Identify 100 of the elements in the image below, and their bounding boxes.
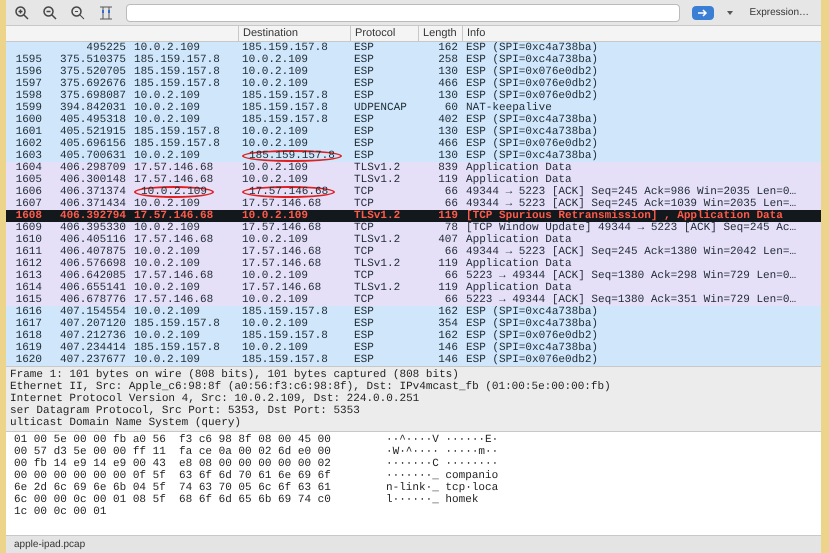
packet-time-text: 407.234414 — [60, 342, 126, 354]
packet-protocol-text: ESP — [354, 342, 374, 354]
column-header[interactable]: Protocol — [350, 26, 418, 41]
packet-info-text: Application Data — [466, 174, 572, 186]
packet-row[interactable]: 1607 406.371434 10.0.2.109 17.57.146.68 TCP 66 49344 → 5223 [ACK] Seq=245 Ack=1039 Win=2035 Len=… — [6, 198, 821, 210]
packet-row[interactable]: 1606 406.371374 10.0.2.109 17.57.146.68 TCP 66 49344 → 5223 [ACK] Seq=245 Ack=986 Win=2035 Len=0… — [6, 186, 821, 198]
packet-destination-text: 185.159.157.8 — [242, 114, 328, 126]
caret-icon[interactable] — [726, 10, 734, 16]
packet-source-text: 17.57.146.68 — [134, 270, 214, 282]
packet-info-text: ESP (SPI=0x076e0db2) — [466, 138, 598, 150]
packet-time-text: 406.392794 — [60, 210, 126, 222]
packet-protocol-text: ESP — [354, 90, 374, 102]
apply-filter-button[interactable] — [692, 6, 714, 20]
packet-row[interactable]: 1611 406.407875 10.0.2.109 17.57.146.68 TCP 66 49344 → 5223 [ACK] Seq=245 Ack=1380 Win=2042 Len=… — [6, 246, 821, 258]
packet-destination-text: 185.159.157.8 — [242, 330, 328, 342]
packet-number-text: 1613 — [16, 270, 42, 282]
hex-bytes: 1c 00 0c 00 01 — [14, 506, 108, 518]
packet-info-text: ESP (SPI=0xc4a738ba) — [466, 114, 598, 126]
packet-time-text: 406.407875 — [60, 246, 126, 258]
packet-number-text: 1599 — [16, 102, 42, 114]
packet-length-text: 66 — [444, 294, 458, 306]
packet-row[interactable]: 1615 406.678776 17.57.146.68 10.0.2.109 TCP 66 5223 → 49344 [ACK] Seq=1380 Ack=351 Win=729 Len=0… — [6, 294, 821, 306]
packet-destination-text: 17.57.146.68 — [242, 246, 322, 258]
packet-source-text: 10.0.2.109 — [134, 198, 200, 210]
detail-tree-line[interactable]: ulticast Domain Name System (query) — [10, 417, 817, 429]
packet-protocol-text: TCP — [354, 186, 374, 198]
detail-tree-line[interactable]: Frame 1: 101 bytes on wire (808 bits), 101 bytes captured (808 bits) — [10, 369, 817, 381]
packet-protocol-text: ESP — [354, 66, 374, 78]
packet-source-text: 17.57.146.68 — [134, 174, 214, 186]
zoom-out-icon[interactable] — [42, 4, 58, 20]
packet-time-text: 407.207120 — [60, 318, 126, 330]
packet-info-text: [TCP Spurious Retransmission] , Application Data — [466, 210, 783, 222]
packet-time-text: 406.642085 — [60, 270, 126, 282]
packet-number-text: 1615 — [16, 294, 42, 306]
detail-tree-line[interactable]: Ethernet II, Src: Apple_c6:98:8f (a0:56:f3:c6:98:8f), Dst: IPv4mcast_fb (01:00:5e:00:00:fb) — [10, 381, 817, 393]
resize-columns-icon[interactable] — [98, 4, 114, 20]
packet-number-text: 1601 — [16, 126, 42, 138]
packet-time-text: 405.700631 — [60, 150, 126, 162]
packet-number-text: 1611 — [16, 246, 42, 258]
packet-protocol-text: TLSv1.2 — [354, 174, 400, 186]
packet-time-text: 375.510375 — [60, 54, 126, 66]
selected-packet-row[interactable]: 1608 406.392794 17.57.146.68 10.0.2.109 TLSv1.2 119 [TCP Spurious Retransmission] , Application Data — [6, 210, 821, 222]
packet-info-text: 49344 → 5223 [ACK] Seq=245 Ack=1380 Win=2042 Len=… — [466, 246, 796, 258]
packet-info-text: Application Data — [466, 258, 572, 270]
packet-source-text: 10.0.2.109 — [134, 150, 200, 162]
packet-destination-text: 10.0.2.109 — [242, 294, 308, 306]
packet-info-text: Application Data — [466, 234, 572, 246]
detail-tree-line[interactable]: ser Datagram Protocol, Src Port: 5353, Dst Port: 5353 — [10, 405, 817, 417]
packet-time-text: 405.495318 — [60, 114, 126, 126]
expression-button[interactable]: Expression… — [746, 5, 813, 20]
packet-destination-text: 10.0.2.109 — [242, 210, 308, 222]
packet-info-text: ESP (SPI=0xc4a738ba) — [466, 150, 598, 162]
packet-info-text: ESP (SPI=0x076e0db2) — [466, 78, 598, 90]
ascii-text: ·······C ········ — [386, 458, 498, 470]
packet-number-text: 1618 — [16, 330, 42, 342]
packet-destination-text: 185.159.157.8 — [242, 90, 328, 102]
packet-time-text: 375.692676 — [60, 78, 126, 90]
packet-length-text: 407 — [438, 234, 458, 246]
packet-number-text: 1612 — [16, 258, 42, 270]
packet-time-text: 406.298709 — [60, 162, 126, 174]
zoom-reset-icon[interactable] — [70, 4, 86, 20]
packet-source-text: 10.0.2.109 — [134, 354, 200, 366]
packet-source-text: 185.159.157.8 — [134, 318, 220, 330]
packet-row[interactable]: 1605 406.300148 17.57.146.68 10.0.2.109 TLSv1.2 119 Application Data — [6, 174, 821, 186]
packet-protocol-text: TLSv1.2 — [354, 210, 400, 222]
packet-row[interactable]: 1612 406.576698 10.0.2.109 17.57.146.68 TLSv1.2 119 Application Data — [6, 258, 821, 270]
packet-row[interactable]: 1614 406.655141 10.0.2.109 17.57.146.68 TLSv1.2 119 Application Data — [6, 282, 821, 294]
packet-destination-text: 17.57.146.68 — [242, 222, 322, 234]
packet-number-text: 1597 — [16, 78, 42, 90]
packet-length-text: 119 — [438, 174, 458, 186]
packet-info-text: NAT-keepalive — [466, 102, 552, 114]
column-header[interactable]: Destination — [238, 26, 350, 41]
packet-number-text: 1609 — [16, 222, 42, 234]
packet-time-text: 406.576698 — [60, 258, 126, 270]
packet-row[interactable]: 1609 406.395330 10.0.2.109 17.57.146.68 TCP 78 [TCP Window Update] 49344 → 5223 [ACK] Seq=245 Ac… — [6, 222, 821, 234]
packet-length-text: 162 — [438, 330, 458, 342]
packet-row[interactable]: 1610 406.405116 17.57.146.68 10.0.2.109 TLSv1.2 407 Application Data — [6, 234, 821, 246]
packet-row[interactable]: 1604 406.298709 17.57.146.68 10.0.2.109 TLSv1.2 839 Application Data — [6, 162, 821, 174]
packet-time-text: 406.371374 — [60, 186, 126, 198]
packet-protocol-text: TCP — [354, 294, 374, 306]
packet-protocol-text: TCP — [354, 222, 374, 234]
arrow-icon — [696, 8, 709, 16]
packet-length-text: 119 — [438, 258, 458, 270]
packet-destination-text: 10.0.2.109 — [242, 138, 308, 150]
packet-protocol-text: UDPENCAP — [354, 102, 407, 114]
packet-length-text: 466 — [438, 138, 458, 150]
packet-info-text: ESP (SPI=0x076e0db2) — [466, 330, 598, 342]
packet-protocol-text: TCP — [354, 198, 374, 210]
packet-number-text: 1610 — [16, 234, 42, 246]
packet-destination-text: 10.0.2.109 — [242, 234, 308, 246]
detail-tree-line[interactable]: Internet Protocol Version 4, Src: 10.0.2.109, Dst: 224.0.0.251 — [10, 393, 817, 405]
packet-info-text: ESP (SPI=0x076e0db2) — [466, 90, 598, 102]
packet-protocol-text: ESP — [354, 330, 374, 342]
zoom-in-icon[interactable] — [14, 4, 30, 20]
column-header[interactable]: Info — [462, 26, 821, 41]
display-filter-field[interactable] — [126, 4, 680, 22]
packet-destination-text: 10.0.2.109 — [242, 126, 308, 138]
packet-protocol-text: TLSv1.2 — [354, 282, 400, 294]
column-header[interactable]: Length — [418, 26, 462, 41]
packet-row[interactable]: 1613 406.642085 17.57.146.68 10.0.2.109 TCP 66 5223 → 49344 [ACK] Seq=1380 Ack=298 Win=729 Len=0… — [6, 270, 821, 282]
